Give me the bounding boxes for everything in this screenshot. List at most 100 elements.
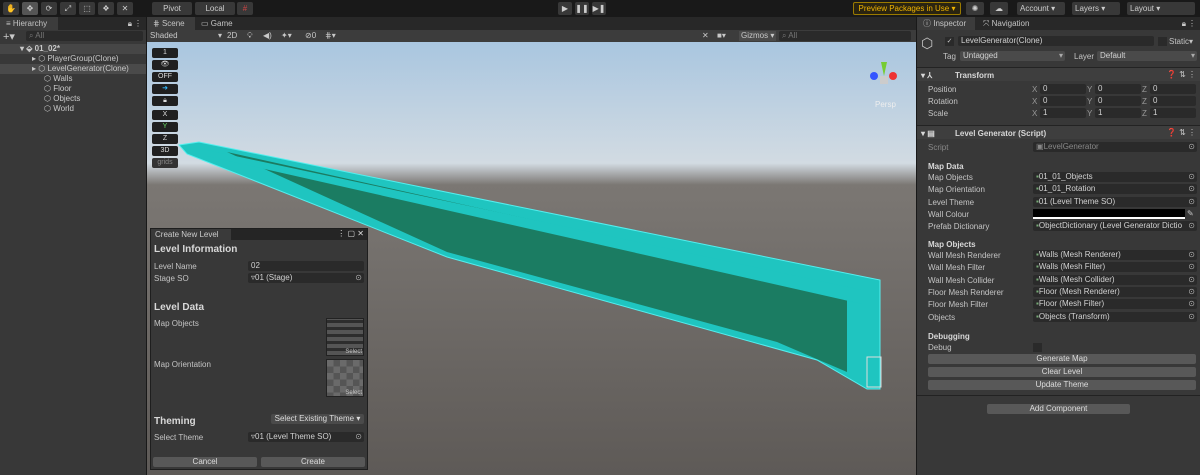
object-field[interactable]: ▪01 (Level Theme SO) ⊙	[1033, 196, 1197, 207]
effects-icon[interactable]: ✦▾	[281, 31, 292, 41]
transform-x-input[interactable]: 1	[1040, 108, 1086, 118]
more-icon[interactable]: ⋮	[1188, 19, 1196, 28]
hierarchy-item[interactable]: ⬡ Walls	[0, 74, 146, 84]
select-theme-field[interactable]: ▿01 (Level Theme SO) ⊙	[248, 432, 364, 442]
transform-y-input[interactable]: 0	[1095, 84, 1141, 94]
transform-icon[interactable]: ❖	[98, 2, 114, 15]
tab-scene[interactable]: ⋕ Scene	[147, 17, 195, 30]
hierarchy-item[interactable]: ▸ ⬡ LevelGenerator(Clone)	[0, 64, 146, 74]
object-field[interactable]: ▪01_01_Rotation ⊙	[1033, 184, 1197, 195]
add-icon[interactable]: +▾	[3, 30, 15, 43]
rotate-icon[interactable]: ⟳	[41, 2, 57, 15]
pivot-button[interactable]: Pivot	[152, 2, 192, 15]
clear-level-button[interactable]: Clear Level	[928, 367, 1196, 377]
add-component-button[interactable]: Add Component	[987, 404, 1130, 414]
scene-search[interactable]: ⌕ All	[779, 31, 911, 41]
account-dropdown[interactable]: Account ▾	[1017, 2, 1065, 15]
tab-game[interactable]: ▭ Game	[195, 17, 239, 30]
object-picker-icon[interactable]: ⊙	[1188, 221, 1195, 232]
map-orientation-texture[interactable]: Select	[326, 359, 364, 397]
object-picker-icon[interactable]: ⊙	[1188, 286, 1195, 297]
overlay-3d[interactable]: 3D	[152, 146, 178, 156]
object-picker-icon[interactable]: ⊙	[1188, 299, 1195, 310]
transform-y-input[interactable]: 0	[1095, 96, 1141, 106]
transform-header[interactable]: ▾ ⅄ Transform ❓ ⇅ ⋮	[917, 67, 1200, 81]
object-field[interactable]: ▪Floor (Mesh Filter) ⊙	[1033, 299, 1197, 310]
overlay-y[interactable]: Y	[152, 122, 178, 132]
theme-dropdown[interactable]: Select Existing Theme ▾	[271, 414, 364, 424]
level-name-input[interactable]: 02	[248, 261, 364, 271]
hierarchy-item[interactable]: ⬡ Objects	[0, 94, 146, 104]
step-button[interactable]: ▶❚	[592, 2, 606, 15]
hidden-objects-icon[interactable]: ⊘0	[305, 31, 316, 41]
hierarchy-item[interactable]: ▸ ⬡ PlayerGroup(Clone)	[0, 54, 146, 64]
tab-inspector[interactable]: ⓘ Inspector	[917, 17, 975, 30]
custom-tool-icon[interactable]: ✕	[117, 2, 133, 15]
debug-checkbox[interactable]	[1033, 343, 1042, 352]
cancel-button[interactable]: Cancel	[153, 457, 257, 467]
object-picker-icon[interactable]: ⊙	[1188, 262, 1195, 273]
map-objects-texture[interactable]: Select	[326, 318, 364, 356]
layers-dropdown[interactable]: Layers ▾	[1072, 2, 1120, 15]
overlay-grids[interactable]: grids	[152, 158, 178, 168]
play-button[interactable]: ▶	[558, 2, 572, 15]
stage-field[interactable]: ▿01 (Stage) ⊙	[248, 273, 364, 283]
overlay-x[interactable]: X	[152, 110, 178, 120]
component-menu-icons[interactable]: ❓ ⇅ ⋮	[1167, 70, 1196, 79]
object-field[interactable]: ▪Walls (Mesh Renderer) ⊙	[1033, 250, 1197, 260]
preview-packages-button[interactable]: Preview Packages in Use ▾	[853, 2, 961, 15]
transform-x-input[interactable]: 0	[1040, 84, 1086, 94]
object-field[interactable]: ▪ObjectDictionary (Level Generator Dicti…	[1033, 221, 1197, 232]
gizmos-dropdown[interactable]: Gizmos ▾	[739, 31, 777, 41]
lock-icon[interactable]: 🔒︎	[1182, 19, 1186, 29]
shading-dropdown[interactable]: Shaded ▾	[150, 31, 222, 41]
eyedropper-icon[interactable]: ✎	[1187, 209, 1194, 218]
object-name-input[interactable]: LevelGenerator(Clone)	[958, 36, 1154, 46]
tab-navigation[interactable]: ⤧ Navigation	[977, 17, 1047, 30]
tab-hierarchy[interactable]: ≡ Hierarchy	[0, 17, 58, 30]
cloud-icon[interactable]: ☁	[990, 2, 1008, 15]
snap-icon[interactable]: #	[237, 2, 253, 15]
overlay-1[interactable]: 1	[152, 48, 178, 58]
local-button[interactable]: Local	[195, 2, 235, 15]
tools-icon[interactable]: ✕	[702, 31, 709, 41]
more-icon[interactable]: ⋮	[134, 19, 142, 28]
object-field[interactable]: ▪01_01_Objects ⊙	[1033, 172, 1197, 182]
static-label[interactable]: Static▾	[1169, 37, 1193, 46]
overlay-z[interactable]: Z	[152, 134, 178, 144]
object-picker-icon[interactable]: ⊙	[1188, 311, 1195, 322]
eye-icon[interactable]: 👁︎	[152, 60, 178, 70]
grid-icon[interactable]: ⋕▾	[325, 31, 336, 41]
wall-colour-swatch[interactable]	[1033, 208, 1185, 219]
collab-icon[interactable]: ✺	[966, 2, 984, 15]
object-picker-icon[interactable]: ⊙	[1188, 172, 1195, 182]
camera-icon[interactable]: ■▾	[717, 31, 726, 41]
layer-dropdown[interactable]: Default ▾	[1097, 51, 1197, 61]
scale-icon[interactable]: ⤢	[60, 2, 76, 15]
hierarchy-search[interactable]: ⌕ All	[26, 31, 143, 41]
lighting-icon[interactable]: 💡︎	[247, 31, 253, 41]
2d-toggle[interactable]: 2D	[227, 31, 237, 41]
transform-z-input[interactable]: 0	[1150, 84, 1196, 94]
object-picker-icon[interactable]: ⊙	[1188, 184, 1195, 195]
transform-z-input[interactable]: 0	[1150, 96, 1196, 106]
hierarchy-item[interactable]: ▾ ⬙ 01_02*	[0, 44, 146, 54]
update-theme-button[interactable]: Update Theme	[928, 380, 1196, 390]
hierarchy-item[interactable]: ⬡ World	[0, 104, 146, 114]
transform-y-input[interactable]: 1	[1095, 108, 1141, 118]
layout-dropdown[interactable]: Layout ▾	[1127, 2, 1195, 15]
tag-dropdown[interactable]: Untagged ▾	[960, 51, 1065, 61]
rect-icon[interactable]: ⬚	[79, 2, 95, 15]
static-checkbox[interactable]	[1158, 37, 1167, 46]
transform-z-input[interactable]: 1	[1150, 108, 1196, 118]
object-field[interactable]: ▪Walls (Mesh Filter) ⊙	[1033, 262, 1197, 273]
object-picker-icon[interactable]: ⊙	[1188, 250, 1195, 260]
object-field[interactable]: ▪Walls (Mesh Collider) ⊙	[1033, 274, 1197, 285]
object-field[interactable]: ▪Objects (Transform) ⊙	[1033, 311, 1197, 322]
lock-overlay-icon[interactable]: 🔒︎	[152, 96, 178, 106]
arrow-icon[interactable]: ➜	[152, 84, 178, 94]
script-header[interactable]: ▾ ▤ Level Generator (Script) ❓ ⇅ ⋮	[917, 125, 1200, 139]
move-icon[interactable]: ✥	[22, 2, 38, 15]
create-button[interactable]: Create	[261, 457, 365, 467]
window-controls[interactable]: ⋮ ▢ ✕	[337, 229, 364, 238]
